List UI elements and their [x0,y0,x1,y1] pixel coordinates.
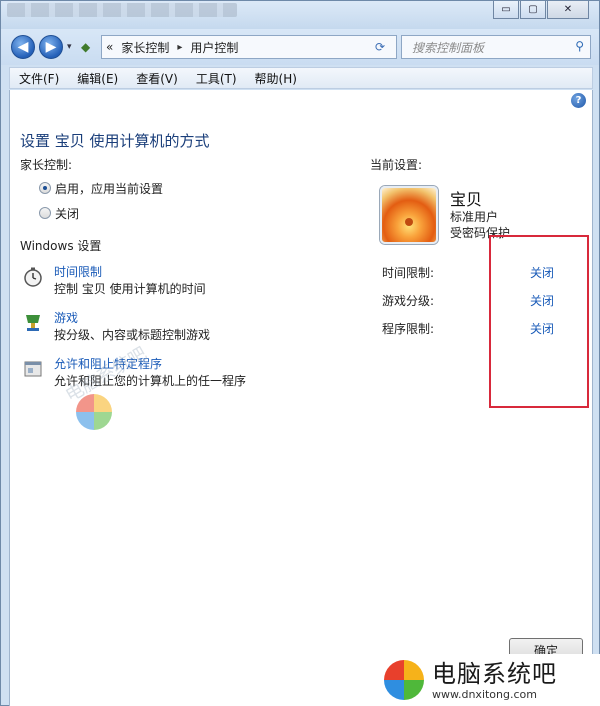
blurred-title-area [7,3,237,17]
setting-games-label: 游戏分级: [382,294,435,308]
setting-time-label: 时间限制: [382,266,435,280]
games-link[interactable]: 游戏 [54,309,78,326]
windows-settings-label: Windows 设置 [20,239,102,253]
current-settings-label: 当前设置: [370,158,423,172]
menu-file[interactable]: 文件(F) [10,70,68,87]
recent-pages-dropdown[interactable]: ▾ [67,42,72,52]
brand-text: 电脑系统吧 www.dnxitong.com [432,660,557,701]
title-bar: ▭ ▢ ✕ [1,1,599,29]
parental-control-label: 家长控制: [20,158,73,172]
page-title: 设置 宝贝 使用计算机的方式 [20,132,210,150]
control-panel-icon: ◆ [81,40,91,54]
brand-url: www.dnxitong.com [432,687,537,701]
minimize-button[interactable]: ▭ [493,1,519,19]
menu-bar: 文件(F) 编辑(E) 查看(V) 工具(T) 帮助(H) [9,67,593,89]
menu-edit[interactable]: 编辑(E) [68,70,127,87]
back-button[interactable]: ◀ [11,35,35,59]
forward-button[interactable]: ▶ [39,35,63,59]
menu-help[interactable]: 帮助(H) [246,70,306,87]
radio-off-label[interactable]: 关闭 [55,205,79,222]
breadcrumb-overflow[interactable]: « [106,40,113,54]
breadcrumb-user-controls[interactable]: 用户控制 [190,39,238,56]
stopwatch-icon [22,266,44,288]
help-icon[interactable]: ? [571,93,586,108]
close-button[interactable]: ✕ [547,1,589,19]
watermark-logo-icon [76,394,112,430]
user-name: 宝贝 [450,190,483,209]
menu-tools[interactable]: 工具(T) [187,70,246,87]
brand-watermark: 电脑系统吧 www.dnxitong.com [378,654,600,706]
time-limits-link[interactable]: 时间限制 [54,263,102,280]
setting-program-label: 程序限制: [382,322,435,336]
program-icon [22,358,44,380]
window-controls: ▭ ▢ ✕ [492,1,589,19]
search-input[interactable]: 搜索控制面板 ⚲ [401,35,591,59]
radio-on-label[interactable]: 启用，应用当前设置 [55,180,163,197]
search-icon[interactable]: ⚲ [575,39,584,53]
radio-on[interactable] [39,182,51,194]
avatar [380,186,438,244]
brand-logo-icon [384,660,424,700]
chevron-right-icon[interactable]: ▸ [177,42,182,53]
games-icon [22,312,44,334]
brand-name: 电脑系统吧 [432,659,557,688]
control-panel-window: ▭ ▢ ✕ ◀ ▶ ▾ ◆ « 家长控制 ▸ 用户控制 ⟳ 搜索控制面板 ⚲ 文… [0,0,600,706]
menu-view[interactable]: 查看(V) [127,70,187,87]
radio-off[interactable] [39,207,51,219]
highlight-box [489,235,589,408]
breadcrumb[interactable]: « 家长控制 ▸ 用户控制 [101,35,397,59]
breadcrumb-parental-controls[interactable]: 家长控制 [121,39,169,56]
content-pane: ? 设置 宝贝 使用计算机的方式 家长控制: 启用，应用当前设置 关闭 Wind… [9,90,593,706]
time-limits-desc: 控制 宝贝 使用计算机的时间 [54,282,206,296]
address-bar: ◀ ▶ ▾ ◆ « 家长控制 ▸ 用户控制 ⟳ 搜索控制面板 ⚲ [1,29,599,65]
refresh-icon[interactable]: ⟳ [375,40,385,54]
maximize-button[interactable]: ▢ [520,1,546,19]
search-placeholder: 搜索控制面板 [412,40,485,55]
user-type: 标准用户 [450,210,499,224]
